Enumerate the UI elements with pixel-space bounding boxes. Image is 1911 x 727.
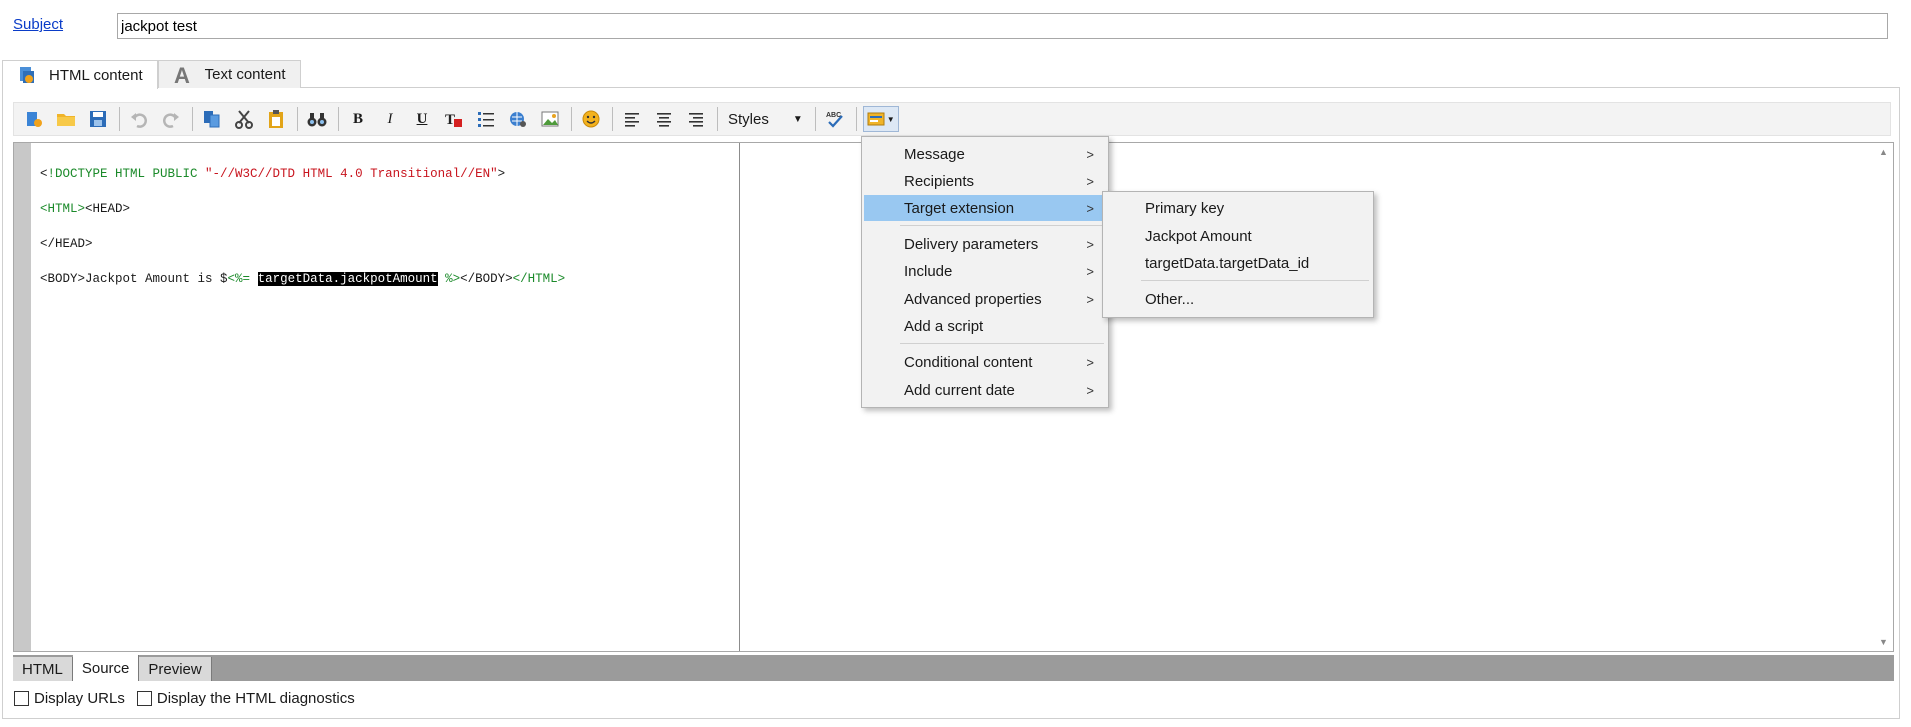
chevron-down-icon: ▼ <box>886 114 895 124</box>
menu-item-add-current-date[interactable]: Add current date > <box>864 377 1106 403</box>
chevron-right-icon: > <box>1086 146 1094 162</box>
toolbar-separator <box>571 107 572 131</box>
toolbar-separator <box>814 107 816 131</box>
tab-text-content-label: Text content <box>204 66 286 83</box>
toolbar-separator <box>612 107 613 131</box>
new-document-icon[interactable] <box>21 106 47 132</box>
subject-row: Subject <box>0 0 1898 50</box>
code-line-3: </HEAD> <box>40 236 93 251</box>
align-right-icon[interactable] <box>683 106 709 132</box>
scroll-down-icon[interactable]: ▼ <box>1879 637 1888 647</box>
menu-separator <box>1141 280 1369 281</box>
chevron-right-icon: > <box>1086 236 1094 252</box>
bold-icon[interactable]: B <box>345 106 371 132</box>
emoji-icon[interactable] <box>578 106 604 132</box>
source-code[interactable]: <!DOCTYPE HTML PUBLIC "-//W3C//DTD HTML … <box>40 148 565 323</box>
find-binoculars-icon[interactable] <box>304 106 330 132</box>
editor-split-divider[interactable] <box>739 143 740 651</box>
italic-icon[interactable]: I <box>377 106 403 132</box>
submenu-item-targetdata-id[interactable]: targetData.targetData_id <box>1105 250 1371 276</box>
undo-icon[interactable] <box>126 106 152 132</box>
svg-text:A: A <box>174 65 190 85</box>
chevron-right-icon: > <box>1086 173 1094 189</box>
toolbar-separator <box>297 107 298 131</box>
code-line-4: <BODY>Jackpot Amount is $<%= targetData.… <box>40 271 566 286</box>
html-doc-icon <box>17 65 37 85</box>
menu-item-conditional-content[interactable]: Conditional content > <box>864 349 1106 375</box>
text-color-icon[interactable]: T <box>441 106 467 132</box>
menu-item-add-a-script[interactable]: Add a script <box>864 313 1106 339</box>
menu-item-advanced-properties[interactable]: Advanced properties > <box>864 286 1106 312</box>
paste-icon[interactable] <box>263 106 289 132</box>
display-urls-label: Display URLs <box>34 690 125 707</box>
align-left-icon[interactable] <box>619 106 645 132</box>
vertical-scrollbar[interactable]: ▲ ▼ <box>1876 143 1893 651</box>
underline-icon[interactable]: U <box>409 106 435 132</box>
toolbar-separator <box>338 107 339 131</box>
menu-separator <box>900 225 1104 226</box>
copy-icon[interactable] <box>199 106 225 132</box>
checkbox-box[interactable] <box>14 691 29 706</box>
save-icon[interactable] <box>85 106 111 132</box>
chevron-right-icon: > <box>1086 263 1094 279</box>
subject-input[interactable] <box>117 13 1888 39</box>
submenu-item-jackpot-amount[interactable]: Jackpot Amount <box>1105 223 1371 249</box>
toolbar-separator <box>717 107 718 131</box>
display-urls-checkbox[interactable]: Display URLs <box>14 690 125 707</box>
menu-item-message[interactable]: Message > <box>864 141 1106 167</box>
editor-toolbar: B I U T Styles ▼ ABC ▼ <box>13 102 1891 136</box>
chevron-right-icon: > <box>1086 291 1094 307</box>
code-line-2: <HTML><HEAD> <box>40 201 131 216</box>
insert-link-icon[interactable] <box>505 106 531 132</box>
redo-icon[interactable] <box>158 106 184 132</box>
open-folder-icon[interactable] <box>53 106 79 132</box>
content-tabs: HTML content A Text content <box>2 60 301 89</box>
tab-text-content[interactable]: A Text content <box>157 60 301 88</box>
toolbar-separator <box>855 107 857 131</box>
menu-item-include[interactable]: Include > <box>864 258 1106 284</box>
code-line-1: <!DOCTYPE HTML PUBLIC "-//W3C//DTD HTML … <box>40 166 506 181</box>
personalization-fields-button[interactable]: ▼ <box>862 106 899 132</box>
display-html-diagnostics-label: Display the HTML diagnostics <box>156 690 355 707</box>
bullet-list-icon[interactable] <box>473 106 499 132</box>
chevron-right-icon: > <box>1086 200 1094 216</box>
chevron-right-icon: > <box>1086 354 1094 370</box>
tab-html[interactable]: HTML <box>13 657 73 681</box>
tab-html-content-label: HTML content <box>49 66 143 84</box>
cut-icon[interactable] <box>231 106 257 132</box>
menu-separator <box>900 343 1104 344</box>
align-center-icon[interactable] <box>651 106 677 132</box>
tab-source[interactable]: Source <box>72 655 140 681</box>
checkbox-box[interactable] <box>136 691 152 706</box>
text-a-icon: A <box>173 65 193 85</box>
chevron-right-icon: > <box>1086 382 1094 398</box>
toolbar-separator <box>119 107 120 131</box>
display-html-diagnostics-checkbox[interactable]: Display the HTML diagnostics <box>136 690 355 707</box>
subject-link[interactable]: Subject <box>13 16 63 33</box>
editor-gutter <box>14 143 31 651</box>
selected-text: targetData.jackpotAmount <box>257 271 438 286</box>
scroll-up-icon[interactable]: ▲ <box>1879 147 1888 157</box>
personalization-menu: Message > Recipients > Target extension > D… <box>861 136 1109 408</box>
tab-preview[interactable]: Preview <box>139 657 212 681</box>
styles-label: Styles <box>728 110 769 128</box>
svg-text:T: T <box>445 112 455 128</box>
view-mode-tabs: HTML Source Preview <box>13 655 1894 681</box>
tab-html-content[interactable]: HTML content <box>2 60 158 89</box>
display-options: Display URLs Display the HTML diagnostic… <box>14 690 367 707</box>
chevron-down-icon: ▼ <box>792 113 803 125</box>
menu-item-delivery-parameters[interactable]: Delivery parameters > <box>864 231 1106 257</box>
target-extension-submenu: Primary key Jackpot Amount targetData.ta… <box>1102 191 1374 318</box>
toolbar-separator <box>192 107 193 131</box>
submenu-item-primary-key[interactable]: Primary key <box>1105 195 1371 221</box>
menu-item-target-extension[interactable]: Target extension > <box>864 195 1106 221</box>
menu-item-recipients[interactable]: Recipients > <box>864 168 1106 194</box>
styles-dropdown[interactable]: Styles ▼ <box>724 106 807 132</box>
insert-image-icon[interactable] <box>537 106 563 132</box>
submenu-item-other[interactable]: Other... <box>1105 286 1371 312</box>
spellcheck-icon[interactable]: ABC <box>822 106 848 132</box>
